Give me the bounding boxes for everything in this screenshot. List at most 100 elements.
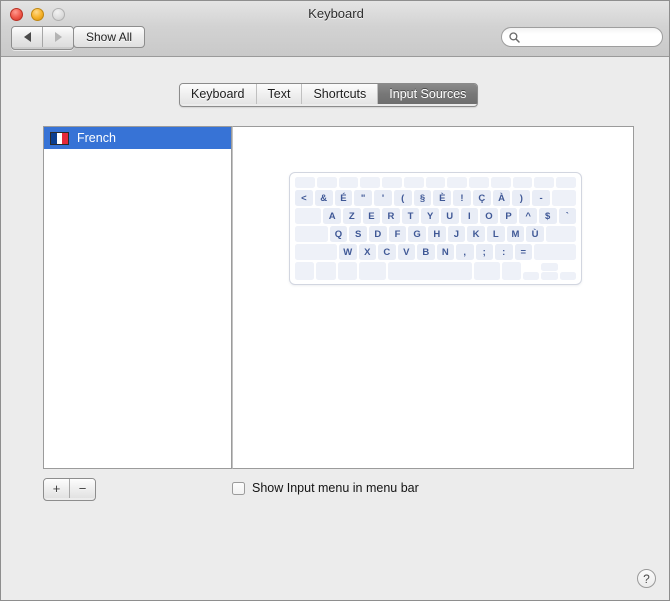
keyboard-row-lower: W X C V B N , ; : = <box>295 244 576 260</box>
key-z: Z <box>342 208 361 224</box>
key-g: G <box>408 226 426 242</box>
keyboard-layout-detail-panel: < & É " ' ( § È ! Ç À ) - A Z E R T Y U … <box>232 126 634 469</box>
key-blank <box>403 177 424 188</box>
key-paren-open: ( <box>393 190 412 206</box>
key-command-left <box>358 262 387 280</box>
key-return <box>545 226 576 242</box>
preferences-tab-bar: Keyboard Text Shortcuts Input Sources <box>179 83 479 107</box>
triangle-right-icon <box>54 32 62 42</box>
key-option-left <box>337 262 357 280</box>
key-i: I <box>460 208 479 224</box>
key-u: U <box>440 208 459 224</box>
key-blank <box>534 177 555 188</box>
key-paren-close: ) <box>512 190 531 206</box>
key-f: F <box>388 226 407 242</box>
key-quote-double: " <box>354 190 373 206</box>
window-titlebar: Keyboard Show All <box>1 1 669 57</box>
tab-shortcuts[interactable]: Shortcuts <box>302 84 379 104</box>
key-v: V <box>397 244 415 260</box>
key-c: C <box>378 244 396 260</box>
help-button[interactable]: ? <box>637 569 656 588</box>
key-blank <box>295 177 315 188</box>
list-item[interactable]: French <box>44 127 231 149</box>
key-d: D <box>368 226 387 242</box>
tab-text[interactable]: Text <box>256 84 303 104</box>
key-q: Q <box>329 226 348 242</box>
key-caps-lock <box>295 226 328 242</box>
key-blank <box>447 177 468 188</box>
key-e-acute: É <box>334 190 353 206</box>
key-section: § <box>413 190 432 206</box>
tab-input-sources[interactable]: Input Sources <box>378 84 478 104</box>
keyboard-preferences-window: Keyboard Show All Keyboard Text Shortcut… <box>0 0 670 601</box>
forward-button[interactable] <box>43 27 73 47</box>
key-t: T <box>401 208 420 224</box>
add-input-source-button[interactable]: + <box>44 479 70 498</box>
key-colon: : <box>495 244 513 260</box>
key-o: O <box>480 208 498 224</box>
show-input-menu-label: Show Input menu in menu bar <box>252 481 419 495</box>
key-u-grave: Ù <box>526 226 544 242</box>
keyboard-row-home: Q S D F G H J K L M Ù <box>295 226 576 242</box>
key-less-than: < <box>295 190 313 206</box>
key-tab <box>295 208 322 224</box>
input-sources-list[interactable]: French <box>43 126 232 469</box>
show-all-button[interactable]: Show All <box>73 26 146 48</box>
key-backtick: ` <box>558 208 577 224</box>
back-button[interactable] <box>12 27 43 47</box>
search-field[interactable] <box>501 27 663 47</box>
key-comma: , <box>456 244 474 260</box>
key-blank <box>338 177 359 188</box>
key-blank <box>512 177 533 188</box>
key-blank <box>360 177 381 188</box>
tab-keyboard[interactable]: Keyboard <box>180 84 257 104</box>
key-e: E <box>362 208 381 224</box>
key-option-right <box>501 262 521 280</box>
flag-france-icon <box>50 131 69 145</box>
key-arrow-down <box>540 272 558 280</box>
key-hyphen: - <box>532 190 550 206</box>
keyboard-row-upper: A Z E R T Y U I O P ^ $ ` <box>295 208 577 224</box>
key-ampersand: & <box>314 190 333 206</box>
key-c-cedilla: Ç <box>472 190 491 206</box>
show-input-menu-checkbox[interactable] <box>232 481 245 495</box>
key-blank <box>556 177 576 188</box>
key-blank <box>490 177 511 188</box>
key-r: R <box>382 208 400 224</box>
key-n: N <box>436 244 454 260</box>
key-l: L <box>486 226 505 242</box>
key-command-right <box>473 262 500 280</box>
key-blank <box>382 177 402 188</box>
key-shift-left <box>295 244 337 260</box>
search-input[interactable] <box>524 31 650 43</box>
remove-input-source-button[interactable]: − <box>70 479 95 498</box>
key-caret: ^ <box>519 208 537 224</box>
key-p: P <box>499 208 518 224</box>
key-arrow-left <box>522 272 539 280</box>
list-item-label: French <box>77 131 116 145</box>
key-arrow-up <box>540 263 558 271</box>
key-delete <box>551 190 576 206</box>
keyboard-row-function <box>295 177 576 188</box>
key-s: S <box>349 226 367 242</box>
key-shift-right <box>534 244 576 260</box>
key-fn <box>295 262 315 280</box>
keyboard-row-numbers: < & É " ' ( § È ! Ç À ) - <box>295 190 576 206</box>
key-arrow-right <box>559 272 576 280</box>
show-input-menu-checkbox-group[interactable]: Show Input menu in menu bar <box>232 481 419 495</box>
key-equals: = <box>514 244 532 260</box>
key-a-grave: À <box>492 190 511 206</box>
key-k: K <box>467 226 485 242</box>
key-blank <box>469 177 489 188</box>
keyboard-row-modifiers <box>295 262 576 280</box>
arrow-key-cluster <box>540 262 558 280</box>
key-blank <box>425 177 446 188</box>
key-b: B <box>417 244 435 260</box>
key-y: Y <box>421 208 439 224</box>
key-w: W <box>339 244 357 260</box>
key-h: H <box>427 226 446 242</box>
key-control <box>316 262 336 280</box>
key-dollar: $ <box>538 208 557 224</box>
triangle-left-icon <box>23 32 31 42</box>
key-m: M <box>506 226 525 242</box>
